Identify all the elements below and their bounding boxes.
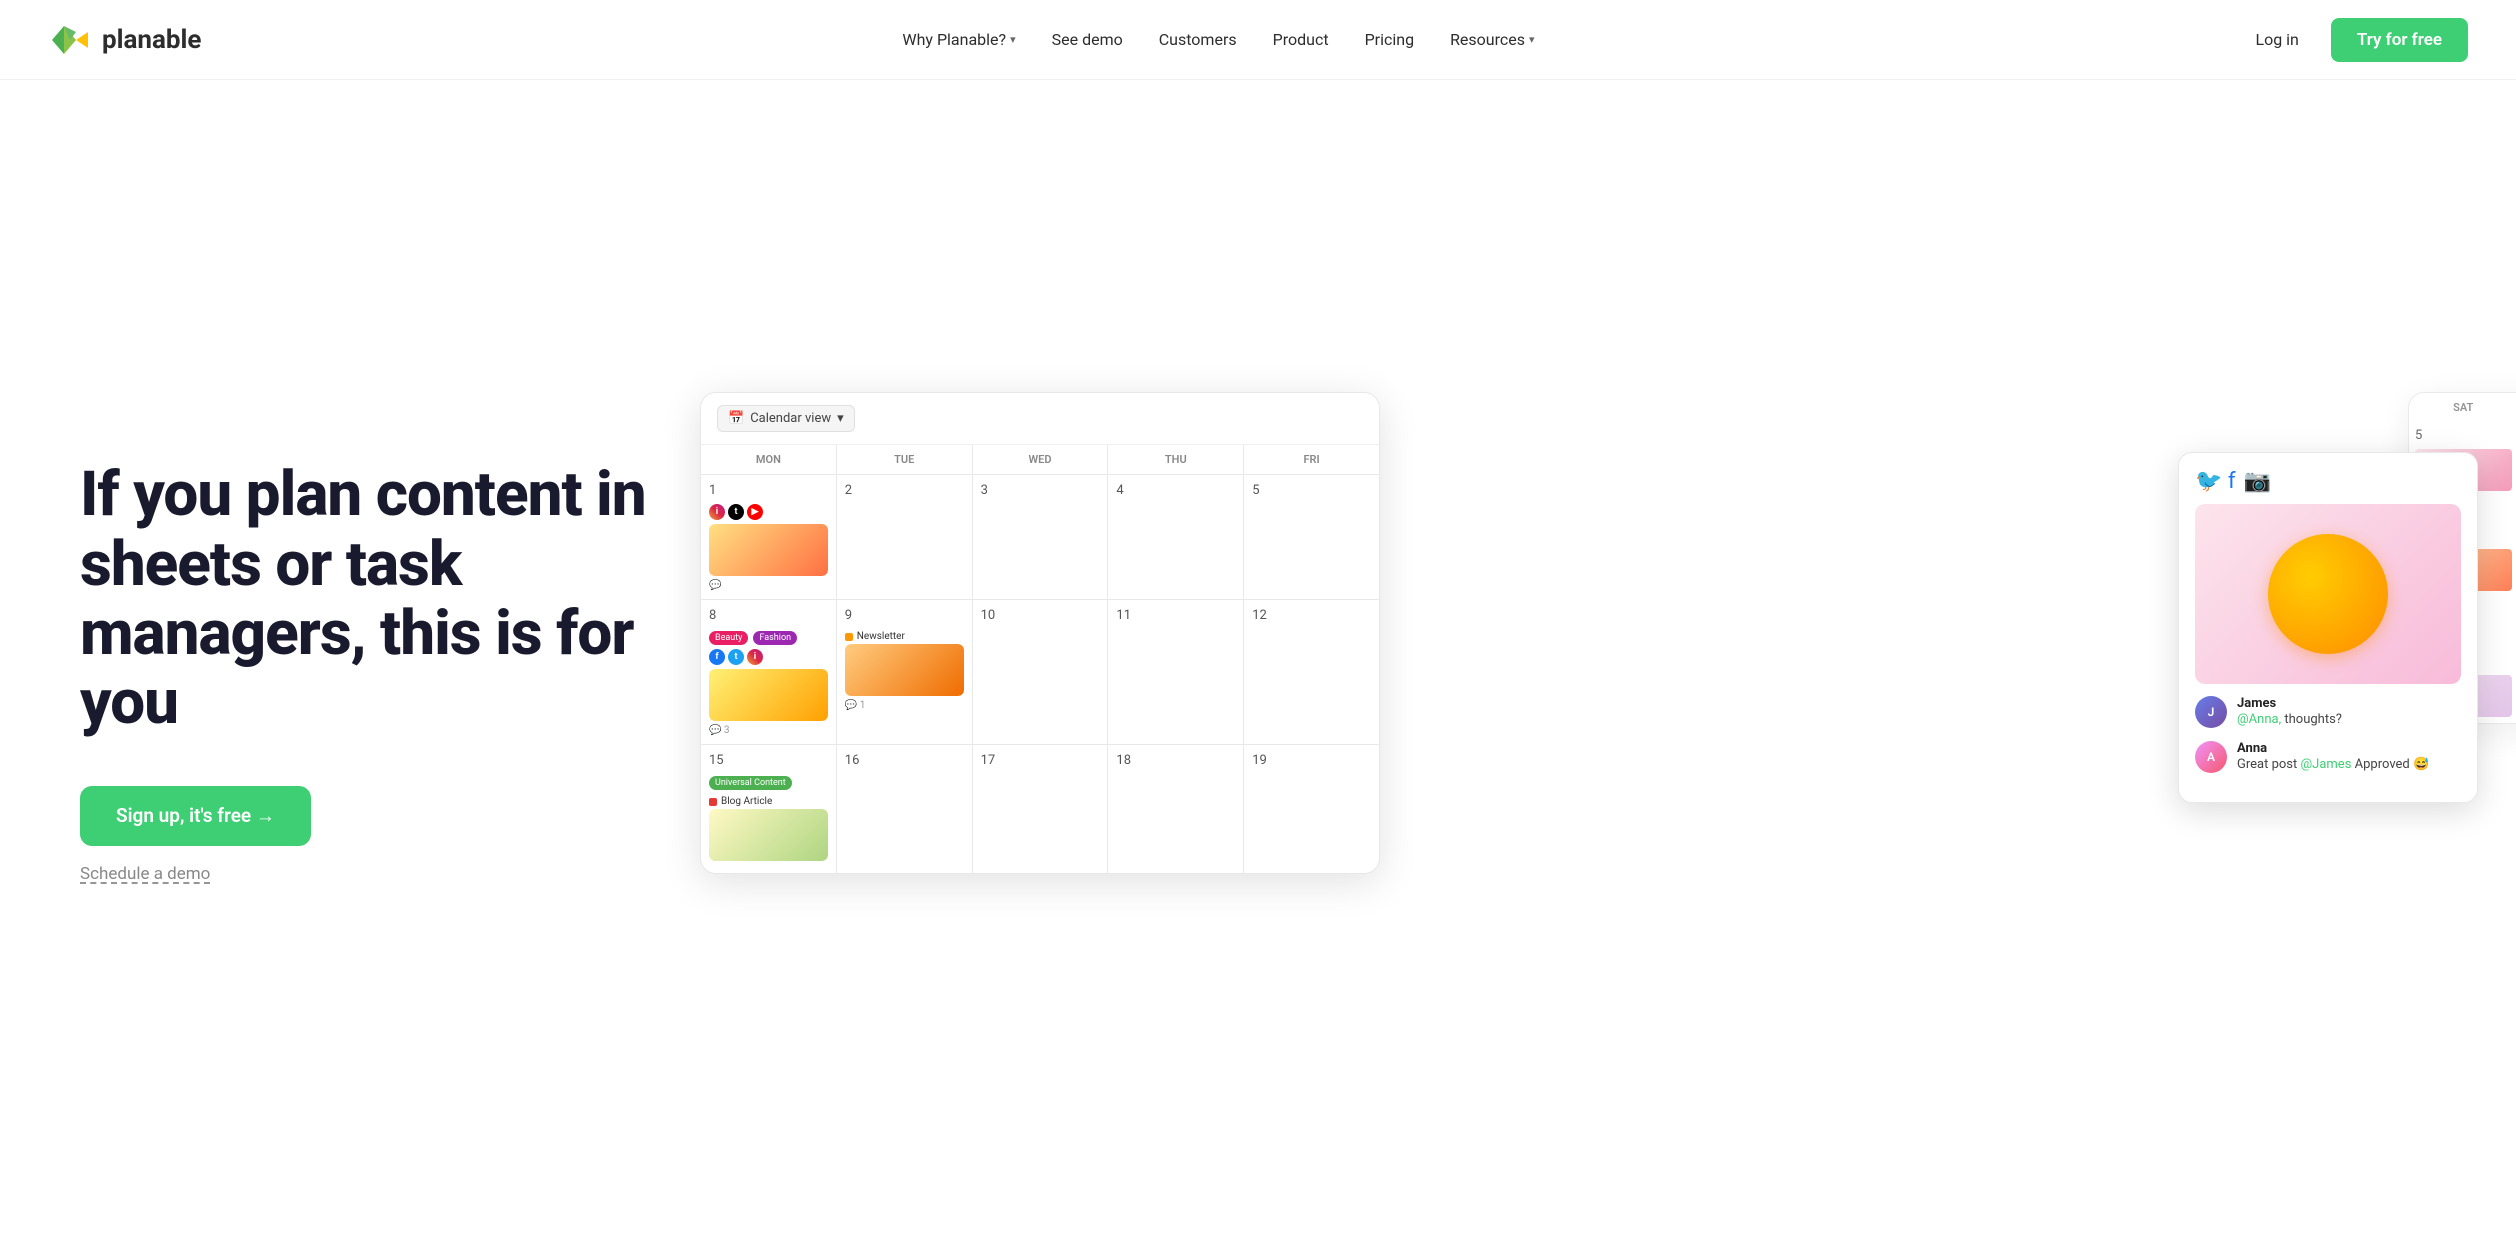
nav-resources[interactable]: Resources ▾ xyxy=(1436,22,1548,57)
facebook-icon: f xyxy=(709,649,725,665)
calendar-day-1: 1 i t ▶ 💬 xyxy=(701,475,836,599)
youtube-icon: ▶ xyxy=(747,504,763,520)
calendar-post[interactable] xyxy=(845,644,964,696)
facebook-icon: 🐦 f xyxy=(2195,469,2236,494)
login-button[interactable]: Log in xyxy=(2235,20,2318,59)
nav-why-planable[interactable]: Why Planable? ▾ xyxy=(888,22,1029,57)
calendar-grid: MON TUE WED THU FRI 1 i t ▶ 💬 xyxy=(701,445,1379,873)
nav-product[interactable]: Product xyxy=(1259,22,1343,57)
calendar-day-19: 19 xyxy=(1244,745,1379,873)
calendar-post[interactable] xyxy=(709,524,828,576)
day-header-tue: TUE xyxy=(837,445,972,474)
calendar-post[interactable] xyxy=(709,669,828,721)
schedule-demo-button[interactable]: Schedule a demo xyxy=(80,864,210,884)
chevron-down-icon: ▾ xyxy=(837,411,844,426)
calendar-day-12: 12 xyxy=(1244,600,1379,744)
logo-icon xyxy=(48,18,92,62)
nav-links: Why Planable? ▾ See demo Customers Produ… xyxy=(888,22,1548,57)
brand-name: planable xyxy=(102,25,201,55)
signup-button[interactable]: Sign up, it's free → xyxy=(80,786,311,846)
calendar-day-17: 17 xyxy=(973,745,1108,873)
nav-customers[interactable]: Customers xyxy=(1145,22,1251,57)
calendar-day-3: 3 xyxy=(973,475,1108,599)
mention-james: @James xyxy=(2300,757,2351,772)
hero-cta: Sign up, it's free → Schedule a demo xyxy=(80,786,660,884)
calendar-icon: 📅 xyxy=(728,411,744,426)
calendar-day-8: 8 Beauty Fashion f t i 💬 3 xyxy=(701,600,836,744)
blog-dot xyxy=(709,798,717,806)
comment-popup: 🐦 f 📷 J James @Anna, thoughts? A xyxy=(2178,452,2478,803)
calendar-day-2: 2 xyxy=(837,475,972,599)
fashion-tag: Fashion xyxy=(753,631,797,645)
comment-anna: A Anna Great post @James Approved 😅 xyxy=(2195,741,2461,774)
calendar-day-4: 4 xyxy=(1108,475,1243,599)
navbar: planable Why Planable? ▾ See demo Custom… xyxy=(0,0,2516,80)
calendar-day-15: 15 Universal Content Blog Article xyxy=(701,745,836,873)
universal-tag: Universal Content xyxy=(709,776,792,790)
instagram-icon: i xyxy=(709,504,725,520)
post-thumbnail xyxy=(709,524,828,576)
nav-actions: Log in Try for free xyxy=(2235,18,2468,62)
calendar-day-10: 10 xyxy=(973,600,1108,744)
hero-title: If you plan content in sheets or task ma… xyxy=(80,460,660,738)
tiktok-icon: t xyxy=(728,504,744,520)
calendar-day-5: 5 xyxy=(1244,475,1379,599)
calendar-day-11: 11 xyxy=(1108,600,1243,744)
day-header-mon: MON xyxy=(701,445,836,474)
hero-content: If you plan content in sheets or task ma… xyxy=(80,460,660,884)
instagram-icon: 📷 xyxy=(2244,469,2271,494)
hero-mockup: 📅 Calendar view ▾ MON TUE WED THU FRI 1 … xyxy=(700,392,2468,952)
calendar-post[interactable] xyxy=(709,809,828,861)
hero-section: If you plan content in sheets or task ma… xyxy=(0,80,2516,1244)
calendar-ui: 📅 Calendar view ▾ MON TUE WED THU FRI 1 … xyxy=(700,392,1380,874)
calendar-day-9: 9 Newsletter 💬 1 xyxy=(837,600,972,744)
post-thumbnail xyxy=(845,644,964,696)
beauty-tag: Beauty xyxy=(709,631,748,645)
day-header-fri: FRI xyxy=(1244,445,1379,474)
day-header-wed: WED xyxy=(973,445,1108,474)
orange-decoration xyxy=(2268,534,2388,654)
nav-see-demo[interactable]: See demo xyxy=(1038,22,1137,57)
post-preview-image xyxy=(2195,504,2461,684)
chevron-down-icon: ▾ xyxy=(1529,33,1535,46)
avatar-james: J xyxy=(2195,696,2227,728)
day-header-thu: THU xyxy=(1108,445,1243,474)
post-thumbnail xyxy=(709,669,828,721)
comment-james: J James @Anna, thoughts? xyxy=(2195,696,2461,729)
mention-anna: @Anna, xyxy=(2237,712,2281,727)
logo-link[interactable]: planable xyxy=(48,18,201,62)
calendar-day-16: 16 xyxy=(837,745,972,873)
calendar-view-button[interactable]: 📅 Calendar view ▾ xyxy=(717,405,855,432)
twitter-icon: t xyxy=(728,649,744,665)
calendar-day-18: 18 xyxy=(1108,745,1243,873)
avatar-anna: A xyxy=(2195,741,2227,773)
try-for-free-button[interactable]: Try for free xyxy=(2331,18,2468,62)
post-thumbnail xyxy=(709,809,828,861)
instagram-icon: i xyxy=(747,649,763,665)
nav-pricing[interactable]: Pricing xyxy=(1351,22,1429,57)
newsletter-dot xyxy=(845,633,853,641)
chevron-down-icon: ▾ xyxy=(1010,33,1016,46)
calendar-header: 📅 Calendar view ▾ xyxy=(701,393,1379,445)
